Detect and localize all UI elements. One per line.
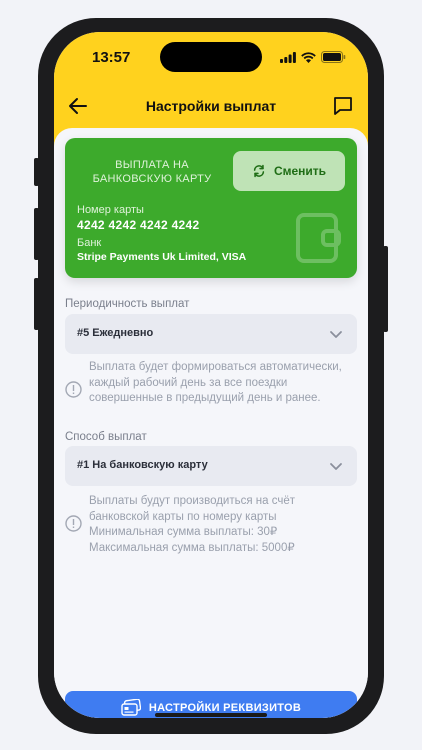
- wifi-icon: [301, 51, 316, 63]
- app-screen: 13:57 Настройки выплат ВЫПЛАТА НА БАНКОВ…: [54, 32, 368, 718]
- page-title: Настройки выплат: [145, 98, 277, 114]
- bank-name: Stripe Payments Uk Limited, VISA: [77, 251, 247, 263]
- refresh-icon: [253, 164, 265, 178]
- info-icon: [65, 515, 82, 532]
- info-icon: [65, 381, 82, 398]
- periodicity-info-text: Выплата будет формироваться автоматическ…: [89, 361, 342, 404]
- bank-label: Банк: [77, 237, 102, 249]
- payout-method-title: ВЫПЛАТА НА БАНКОВСКУЮ КАРТУ: [92, 159, 212, 185]
- content-area: ВЫПЛАТА НА БАНКОВСКУЮ КАРТУ Сменить Номе…: [54, 128, 368, 718]
- method-info-text: Выплаты будут производиться на счёт банк…: [89, 494, 355, 556]
- change-card-label: Сменить: [273, 164, 327, 178]
- periodicity-select[interactable]: #5 Ежедневно: [65, 314, 357, 354]
- bank-card: ВЫПЛАТА НА БАНКОВСКУЮ КАРТУ Сменить Номе…: [65, 138, 357, 278]
- method-info: Выплаты будут производиться на счёт банк…: [65, 494, 357, 558]
- volume-up-button: [34, 208, 39, 260]
- volume-down-button: [34, 278, 39, 330]
- power-button: [383, 246, 388, 332]
- signal-icon: [280, 51, 296, 63]
- periodicity-info: Выплата будет формироваться автоматическ…: [65, 360, 357, 424]
- card-number-label: Номер карты: [77, 204, 144, 216]
- battery-icon: [321, 51, 346, 63]
- change-card-button[interactable]: Сменить: [233, 151, 345, 191]
- method-info-line: Максимальная сумма выплаты: 5000₽: [89, 541, 295, 554]
- card-number: 4242 4242 4242 4242: [77, 218, 200, 232]
- method-value: #1 На банковскую карту: [77, 459, 208, 471]
- periodicity-label: Периодичность выплат: [65, 298, 190, 310]
- home-indicator: [155, 713, 267, 717]
- chevron-down-icon: [330, 331, 342, 338]
- status-time: 13:57: [92, 49, 131, 66]
- chevron-down-icon: [330, 463, 342, 470]
- method-select[interactable]: #1 На банковскую карту: [65, 446, 357, 486]
- silent-switch: [34, 158, 39, 186]
- card-icon: [121, 699, 141, 716]
- status-icons: [280, 51, 346, 63]
- method-info-line: Минимальная сумма выплаты: 30₽: [89, 526, 278, 538]
- method-info-line: Выплаты будут производиться на счёт банк…: [89, 495, 295, 523]
- periodicity-value: #5 Ежедневно: [77, 327, 154, 339]
- wallet-icon: [296, 213, 341, 263]
- dynamic-island: [160, 42, 262, 72]
- method-label: Способ выплат: [65, 431, 147, 443]
- chat-icon[interactable]: [332, 95, 354, 117]
